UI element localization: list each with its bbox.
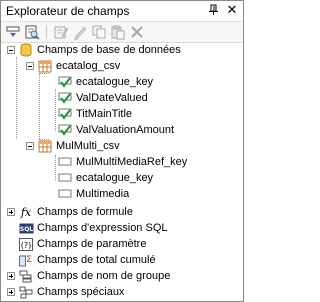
field-explorer-panel: Explorateur de champs ✕ Champs de base d… <box>0 0 244 302</box>
insert-field-icon[interactable] <box>5 24 21 40</box>
rename-icon[interactable] <box>72 24 88 40</box>
parameter-icon: (?) <box>18 236 34 252</box>
tree-node-label: MulMulti_csv <box>56 140 120 152</box>
tree-node-formula[interactable]: fx Champs de formule <box>7 204 133 220</box>
tree-node-group-name[interactable]: Champs de nom de groupe <box>7 268 170 284</box>
expand-toggle[interactable] <box>7 208 15 216</box>
collapse-toggle[interactable] <box>7 46 15 54</box>
tree-node-field[interactable]: Multimedia <box>57 186 129 202</box>
formula-icon: fx <box>20 205 32 219</box>
edit-icon[interactable] <box>53 24 69 40</box>
svg-text:SQL: SQL <box>19 226 32 233</box>
tree-node-label: Champs spéciaux <box>37 286 125 298</box>
expand-toggle[interactable] <box>7 288 15 296</box>
tree-node-label: Champs d'expression SQL <box>37 222 168 234</box>
tree-node-table[interactable]: ecatalog_csv <box>26 58 120 74</box>
tree-node-label: TitMainTitle <box>76 108 133 120</box>
tree-node-label: ecatalogue_key <box>76 76 154 88</box>
running-total-icon: Σ <box>18 252 34 268</box>
browse-icon[interactable] <box>24 24 40 40</box>
tree-line <box>16 57 17 139</box>
panel-titlebar: Explorateur de champs ✕ <box>1 1 243 22</box>
tree-node-sql[interactable]: SQL Champs d'expression SQL <box>7 220 168 236</box>
tree-node-field[interactable]: TitMainTitle <box>57 106 132 122</box>
panel-title: Explorateur de champs <box>6 4 130 18</box>
tree-node-field[interactable]: ecatalogue_key <box>57 170 153 186</box>
special-fields-icon <box>18 284 34 300</box>
tree-node-label: ecatalogue_key <box>76 172 154 184</box>
tree-node-running-total[interactable]: Σ Champs de total cumulé <box>7 252 156 268</box>
group-name-icon <box>18 268 34 284</box>
copy-icon[interactable] <box>91 24 107 40</box>
tree-line <box>55 89 56 131</box>
table-icon <box>37 138 53 154</box>
pin-icon[interactable] <box>208 4 220 16</box>
toolbar <box>1 22 243 43</box>
tree-node-label: Champs de total cumulé <box>37 254 156 266</box>
field-tree: Champs de base de données ecatalog_csv e… <box>1 42 243 301</box>
tree-node-field[interactable]: MulMultiMediaRef_key <box>57 154 187 170</box>
tree-node-parameter[interactable]: (?) Champs de paramètre <box>7 236 146 252</box>
field-icon <box>57 170 73 186</box>
tree-node-field[interactable]: ValDateValued <box>57 90 148 106</box>
tree-node-label: ValValuationAmount <box>76 124 175 136</box>
tree-node-special[interactable]: Champs spéciaux <box>7 284 124 300</box>
tree-line <box>55 155 56 181</box>
svg-text:(?): (?) <box>21 241 32 250</box>
expand-toggle[interactable] <box>7 272 15 280</box>
tree-node-label: Champs de formule <box>37 206 133 218</box>
field-used-icon <box>57 122 73 138</box>
field-used-icon <box>57 90 73 106</box>
svg-text:Σ: Σ <box>26 255 32 265</box>
database-icon <box>18 42 34 58</box>
paste-icon[interactable] <box>110 24 126 40</box>
field-icon <box>57 154 73 170</box>
field-used-icon <box>57 74 73 90</box>
field-used-icon <box>57 106 73 122</box>
tree-node-label: Champs de paramètre <box>37 238 147 250</box>
tree-node-label: ValDateValued <box>76 92 148 104</box>
field-icon <box>57 186 73 202</box>
tree-node-label: Multimedia <box>76 188 130 200</box>
sql-icon: SQL <box>18 220 34 236</box>
toolbar-separator <box>46 25 47 39</box>
tree-node-label: Champs de base de données <box>37 44 181 56</box>
tree-node-label: Champs de nom de groupe <box>37 270 171 282</box>
table-icon <box>37 58 53 74</box>
tree-node-database[interactable]: Champs de base de données <box>7 42 181 58</box>
tree-node-table[interactable]: MulMulti_csv <box>26 138 120 154</box>
close-icon[interactable]: ✕ <box>226 3 238 17</box>
tree-node-field[interactable]: ecatalogue_key <box>57 74 153 90</box>
collapse-toggle[interactable] <box>26 62 34 70</box>
tree-node-label: MulMultiMediaRef_key <box>76 156 188 168</box>
tree-node-field[interactable]: ValValuationAmount <box>57 122 174 138</box>
collapse-toggle[interactable] <box>26 142 34 150</box>
tree-node-label: ecatalog_csv <box>56 60 121 72</box>
tree-line <box>39 73 40 139</box>
delete-icon[interactable] <box>129 24 145 40</box>
